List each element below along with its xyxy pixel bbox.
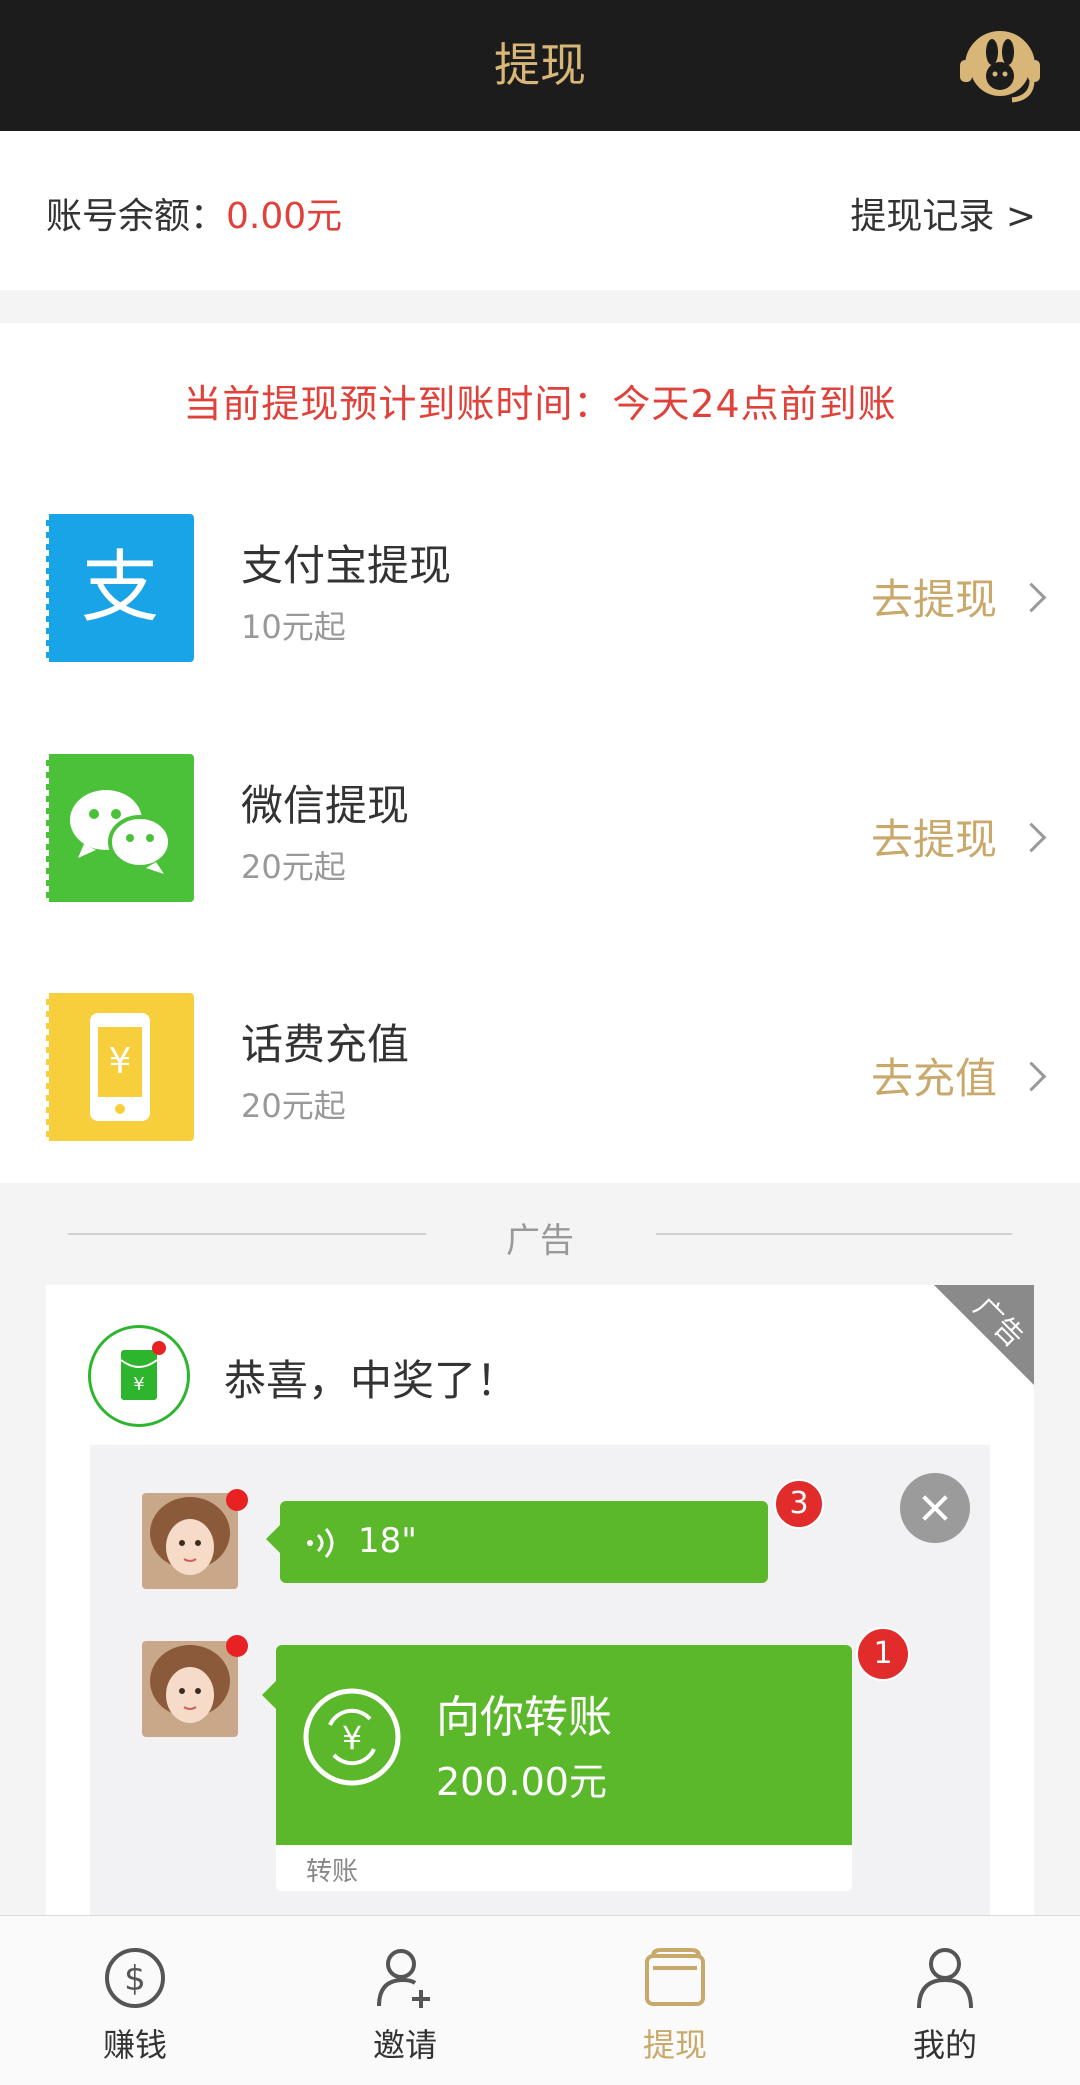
method-alipay[interactable]: 支 支付宝提现 10元起 去提现: [0, 514, 1080, 664]
unread-dot: [226, 1635, 248, 1657]
unread-count-badge: 3: [774, 1479, 824, 1529]
withdraw-methods-card: 当前提现预计到账时间：今天24点前到账 支 支付宝提现 10元起 去提现 微信提…: [0, 323, 1080, 1183]
nav-label: 我的: [912, 2026, 977, 2064]
withdraw-page: 提现 账号余额：0.00元 提现记录 > 当前提现预计到账时间：今天24点前到账: [0, 0, 1080, 2085]
recharge-action[interactable]: 去充值: [870, 1045, 1047, 1106]
balance-amount: 0.00元: [226, 196, 343, 237]
balance-row: 账号余额：0.00元 提现记录 >: [0, 131, 1080, 290]
svg-text:支: 支: [81, 543, 159, 633]
svg-text:¥: ¥: [342, 1719, 362, 1757]
wallet-icon: [645, 1948, 705, 2006]
method-minimum: 20元起: [241, 848, 346, 886]
ad-chat-preview: 18" 3 ¥ 向你转账 200.00元 转账 1: [90, 1445, 990, 1915]
svg-text:$: $: [124, 1959, 146, 1999]
transfer-title: 向你转账: [436, 1692, 612, 1743]
balance-label: 账号余额：0.00元: [46, 187, 342, 239]
transfer-amount: 200.00元: [436, 1760, 607, 1804]
nav-label: 提现: [642, 2026, 707, 2064]
recharge-action-label: 去充值: [870, 1054, 997, 1103]
method-title: 话费充值: [241, 1020, 410, 1069]
arrival-time-notice: 当前提现预计到账时间：今天24点前到账: [183, 382, 897, 426]
method-title: 微信提现: [241, 781, 410, 830]
page-title: 提现: [494, 38, 586, 92]
method-wechat[interactable]: 微信提现 20元起 去提现: [0, 754, 1080, 904]
user-icon: [917, 1948, 973, 2009]
transfer-footer-label: 转账: [306, 1857, 359, 1887]
transfer-footer: 转账: [276, 1845, 852, 1891]
method-phone-recharge[interactable]: ¥ 话费充值 20元起 去充值: [0, 993, 1080, 1143]
transfer-message: ¥ 向你转账 200.00元: [262, 1645, 852, 1845]
dollar-coin-icon: $: [105, 1948, 165, 2008]
nav-item-me[interactable]: 我的: [810, 1916, 1080, 2085]
ad-section: 广告 广告 ¥ 恭喜，中奖了！ 18" 3 ¥ 向你转账 200.00元 转账 …: [0, 1183, 1080, 1915]
withdraw-action[interactable]: 去提现: [870, 566, 1047, 627]
red-envelope-icon: ¥: [88, 1325, 190, 1427]
nav-item-earn[interactable]: $ 赚钱: [0, 1916, 270, 2085]
chevron-right-icon: [1016, 582, 1047, 613]
nav-label: 赚钱: [102, 2026, 167, 2064]
avatar: [142, 1641, 238, 1737]
ad-headline: 恭喜，中奖了！: [224, 1356, 519, 1405]
unread-dot: [226, 1489, 248, 1511]
withdraw-action-label: 去提现: [870, 575, 997, 624]
divider-right: [656, 1233, 1012, 1235]
customer-service-button[interactable]: [954, 18, 1046, 110]
chevron-right-icon: [1016, 1061, 1047, 1092]
method-title: 支付宝提现: [241, 541, 452, 590]
top-bar: 提现: [0, 0, 1080, 131]
nav-label: 邀请: [372, 2026, 437, 2064]
close-icon[interactable]: [900, 1473, 970, 1543]
voice-duration: 18": [358, 1521, 417, 1561]
bottom-nav: $ 赚钱 邀请 提现 我的: [0, 1915, 1080, 2085]
ad-section-label: 广告: [506, 1221, 574, 1261]
phone-recharge-icon: ¥: [46, 993, 194, 1141]
chevron-right-icon: [1016, 822, 1047, 853]
svg-text:¥: ¥: [109, 1041, 132, 1082]
nav-item-invite[interactable]: 邀请: [270, 1916, 540, 2085]
withdraw-action-label: 去提现: [870, 815, 997, 864]
ad-banner[interactable]: 广告 ¥ 恭喜，中奖了！ 18" 3 ¥ 向你转账 200.00元 转账 1: [46, 1285, 1034, 1915]
transfer-icon: ¥: [303, 1688, 401, 1786]
voice-message: 18": [266, 1501, 768, 1583]
balance-label-text: 账号余额：: [46, 196, 227, 237]
withdraw-action[interactable]: 去提现: [870, 806, 1047, 867]
add-user-icon: [377, 1949, 430, 2008]
avatar: [142, 1493, 238, 1589]
nav-item-withdraw[interactable]: 提现: [540, 1916, 810, 2085]
voice-wave-icon: [307, 1528, 334, 1558]
customer-service-rabbit-icon: [960, 31, 1040, 103]
wechat-icon: [46, 754, 194, 902]
withdraw-record-link[interactable]: 提现记录 >: [850, 187, 1036, 239]
alipay-icon: 支: [46, 514, 194, 662]
method-minimum: 10元起: [241, 608, 346, 646]
svg-text:¥: ¥: [133, 1374, 144, 1395]
method-minimum: 20元起: [241, 1087, 346, 1125]
unread-count-badge: 1: [856, 1627, 910, 1681]
